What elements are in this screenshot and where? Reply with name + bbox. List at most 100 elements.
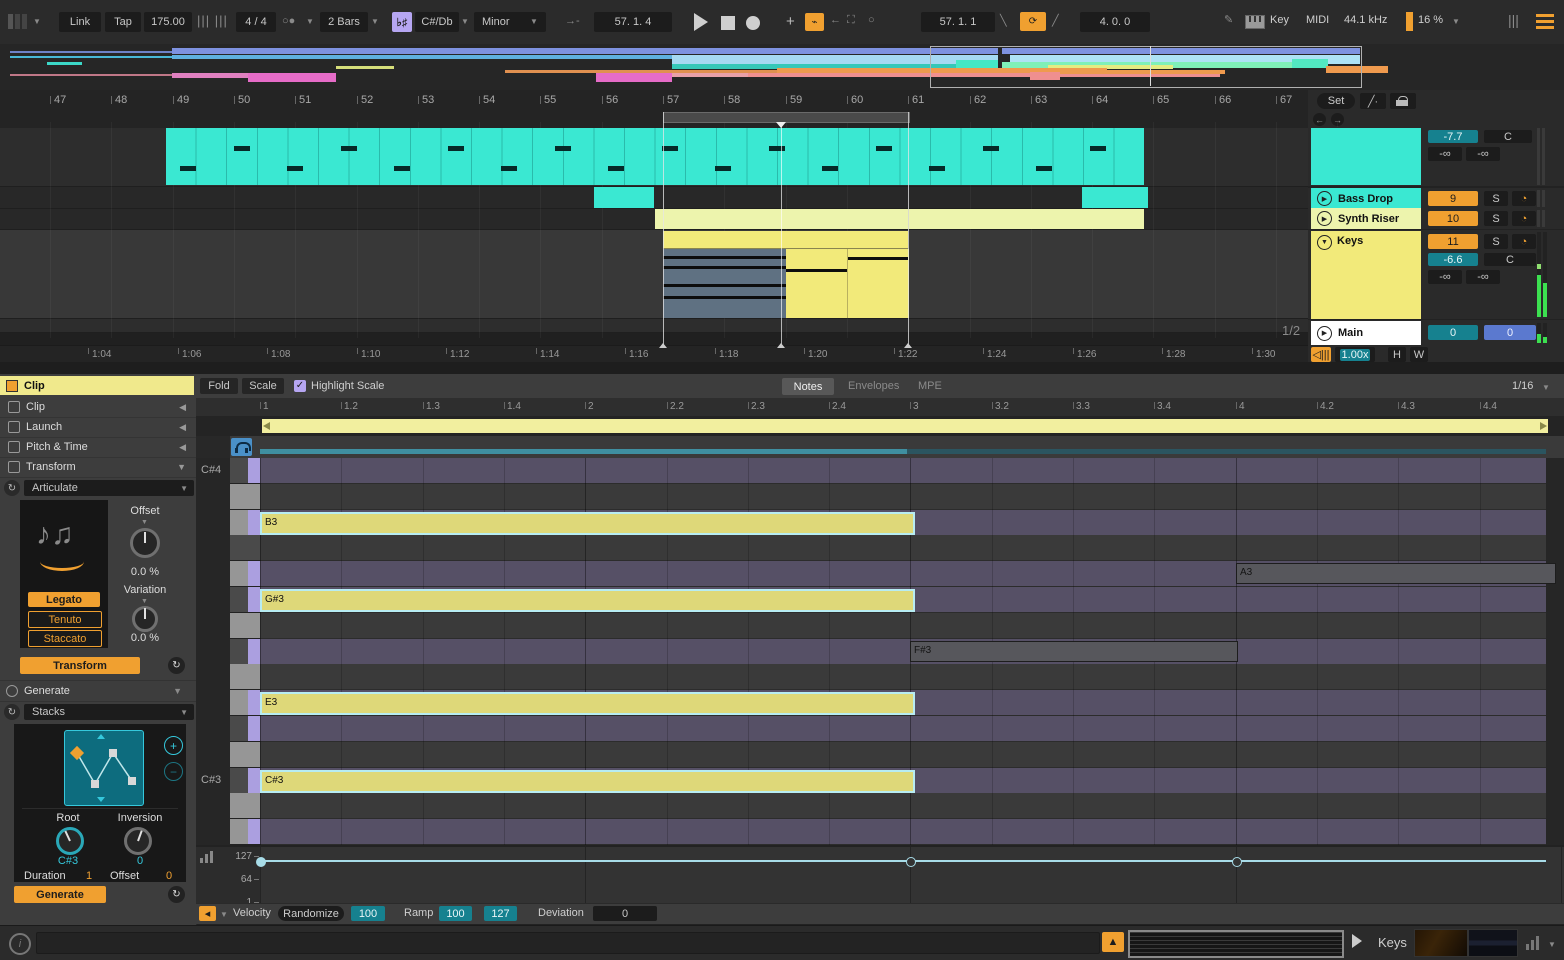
piano-key-C3[interactable] [230,793,260,819]
grid-dropdown-arrow[interactable]: ▼ [1542,383,1550,392]
track-play-icon[interactable]: ▶ [1317,191,1332,206]
transform-apply-button[interactable]: Transform [20,657,140,674]
inversion-knob[interactable] [124,827,152,855]
solo-button[interactable]: S [1484,191,1508,206]
midi-note-A3[interactable]: A3 [1236,563,1556,584]
midi-note-B3[interactable]: B3 [260,512,915,535]
clip-bass-1[interactable] [594,187,654,208]
automation-mode-button[interactable]: ╱· [1360,93,1386,109]
panel-section-transform[interactable]: Transform▼ [0,457,196,478]
note-row-C#4[interactable] [260,458,1546,484]
track-input-channel[interactable]: 10 [1428,211,1478,226]
midi-map-button[interactable]: MIDI [1306,14,1329,26]
track-header-main[interactable]: ▶ Main 0 0 [1308,319,1564,346]
metronome-tick-icons[interactable]: ||| ||| [197,13,228,28]
height-zoom-button[interactable]: H [1388,347,1406,362]
track-play-icon[interactable]: ▶ [1317,211,1332,226]
clip-synth-riser[interactable] [655,209,1144,229]
piano-key-A3[interactable] [230,561,260,587]
stacks-visualization[interactable] [64,730,144,806]
playback-speed-field[interactable]: 1.00x [1335,347,1375,362]
send-b-field[interactable]: -∞ [1466,270,1500,284]
track-volume-field[interactable]: -6.6 [1428,253,1478,266]
arrangement-loop-brace[interactable] [663,112,910,123]
piano-key-C#3[interactable] [230,768,260,794]
overview-viewport[interactable] [930,46,1362,88]
preview-play-button[interactable] [1352,934,1362,948]
key-map-button[interactable]: Key [1270,14,1289,26]
level-meter-icon[interactable] [1526,936,1542,950]
session-record-icon[interactable]: ⛶ [847,14,855,27]
note-row-F#3[interactable] [260,639,1546,665]
track-header-keys[interactable]: ▼ Keys 11 S ◔ -6.6 C -∞ -∞ [1308,229,1564,319]
arrangement-track-area[interactable] [0,112,1308,345]
lane-collapse-button[interactable]: ◂ [199,906,216,921]
main-meter-right[interactable]: 0 [1484,325,1536,340]
time-ruler[interactable]: 1:041:061:081:101:121:141:161:181:201:22… [0,345,1308,363]
midi-note-G#3[interactable]: G#3 [260,589,915,612]
track-input-channel[interactable]: 11 [1428,234,1478,249]
loop-start-field[interactable]: 57. 1. 1 [921,12,995,32]
note-row-C4[interactable] [260,484,1546,510]
loop-end-handle[interactable] [1540,422,1547,430]
loop-start-handle[interactable] [263,422,270,430]
fold-button[interactable]: Fold [200,378,238,394]
velocity-point[interactable] [256,857,266,867]
bar-ruler[interactable]: 4748495051525354555657585960616263646566… [0,90,1308,113]
piano-key-B3[interactable] [230,510,260,536]
mixer-view-icon[interactable]: ||| [1508,12,1519,28]
loop-length-field[interactable]: 4. 0. 0 [1080,12,1150,32]
clip-loop-lane[interactable] [196,416,1564,436]
clip-keys-right[interactable] [786,249,909,318]
piano-key-B2[interactable] [230,819,260,845]
deviation-field[interactable]: 0 [593,906,657,921]
solo-button[interactable]: S [1484,211,1508,226]
draw-mode-pencil-icon[interactable]: ✎ [1224,13,1233,26]
section-collapsed-arrow[interactable]: ◀ [179,422,186,433]
add-stack-button[interactable]: + [164,736,183,755]
quantize-dropdown-arrow[interactable]: ▼ [371,17,379,26]
tab-mpe[interactable]: MPE [918,380,942,392]
tab-notes[interactable]: Notes [782,378,834,395]
solo-button[interactable]: S [1484,234,1508,249]
beat-ruler[interactable]: 11.21.31.422.22.32.433.23.33.444.24.34.4 [196,398,1564,417]
ramp-to-field[interactable]: 127 [484,906,517,921]
generate-mode-select[interactable]: Stacks ▼ [24,704,194,720]
mini-keyboard-view[interactable] [1128,930,1344,958]
generate-apply-button[interactable]: Generate [14,886,106,903]
note-row-F3[interactable] [260,664,1546,690]
note-row-D#3[interactable] [260,716,1546,742]
tempo-field[interactable]: 175.00 [144,12,192,32]
play-button[interactable] [694,13,708,31]
device-thumbnail[interactable] [1414,929,1468,957]
staccato-mode-button[interactable]: Staccato [28,630,102,647]
highlight-scale-checkbox[interactable]: ✓ [294,380,306,392]
lane-keys[interactable] [0,230,1308,319]
layout-selector-icon[interactable] [8,14,28,29]
clip-loop-bar[interactable] [262,419,1548,433]
track-color-swatch[interactable] [1311,128,1421,185]
track-pan-field[interactable]: C [1484,130,1532,143]
piano-key-E3[interactable] [230,690,260,716]
menu-hamburger-icon[interactable] [1536,13,1554,29]
freeze-icon[interactable]: ◔ [1512,211,1536,226]
track-play-icon[interactable]: ▶ [1317,326,1332,341]
send-b-field[interactable]: -∞ [1466,147,1500,161]
stop-button[interactable] [721,16,735,30]
velocity-curve[interactable] [260,860,1546,862]
info-icon[interactable]: i [9,933,31,955]
meter-dropdown-arrow[interactable]: ▼ [1548,940,1556,949]
generate-refresh-icon[interactable]: ↻ [168,886,185,903]
offset-knob[interactable] [130,528,160,558]
lane-main[interactable] [0,319,1308,333]
ramp-from-field[interactable]: 100 [439,906,472,921]
tap-tempo-button[interactable]: Tap [105,12,141,32]
generate-section-header[interactable]: Generate ▼ [0,680,196,702]
piano-key-C4[interactable] [230,484,260,510]
tenuto-mode-button[interactable]: Tenuto [28,611,102,628]
cpu-load-value[interactable]: 16 % [1418,14,1443,26]
scale-button[interactable]: Scale [242,378,284,394]
link-button[interactable]: Link [59,12,101,32]
note-row-A#3[interactable] [260,535,1546,561]
main-meter-left[interactable]: 0 [1428,325,1478,340]
